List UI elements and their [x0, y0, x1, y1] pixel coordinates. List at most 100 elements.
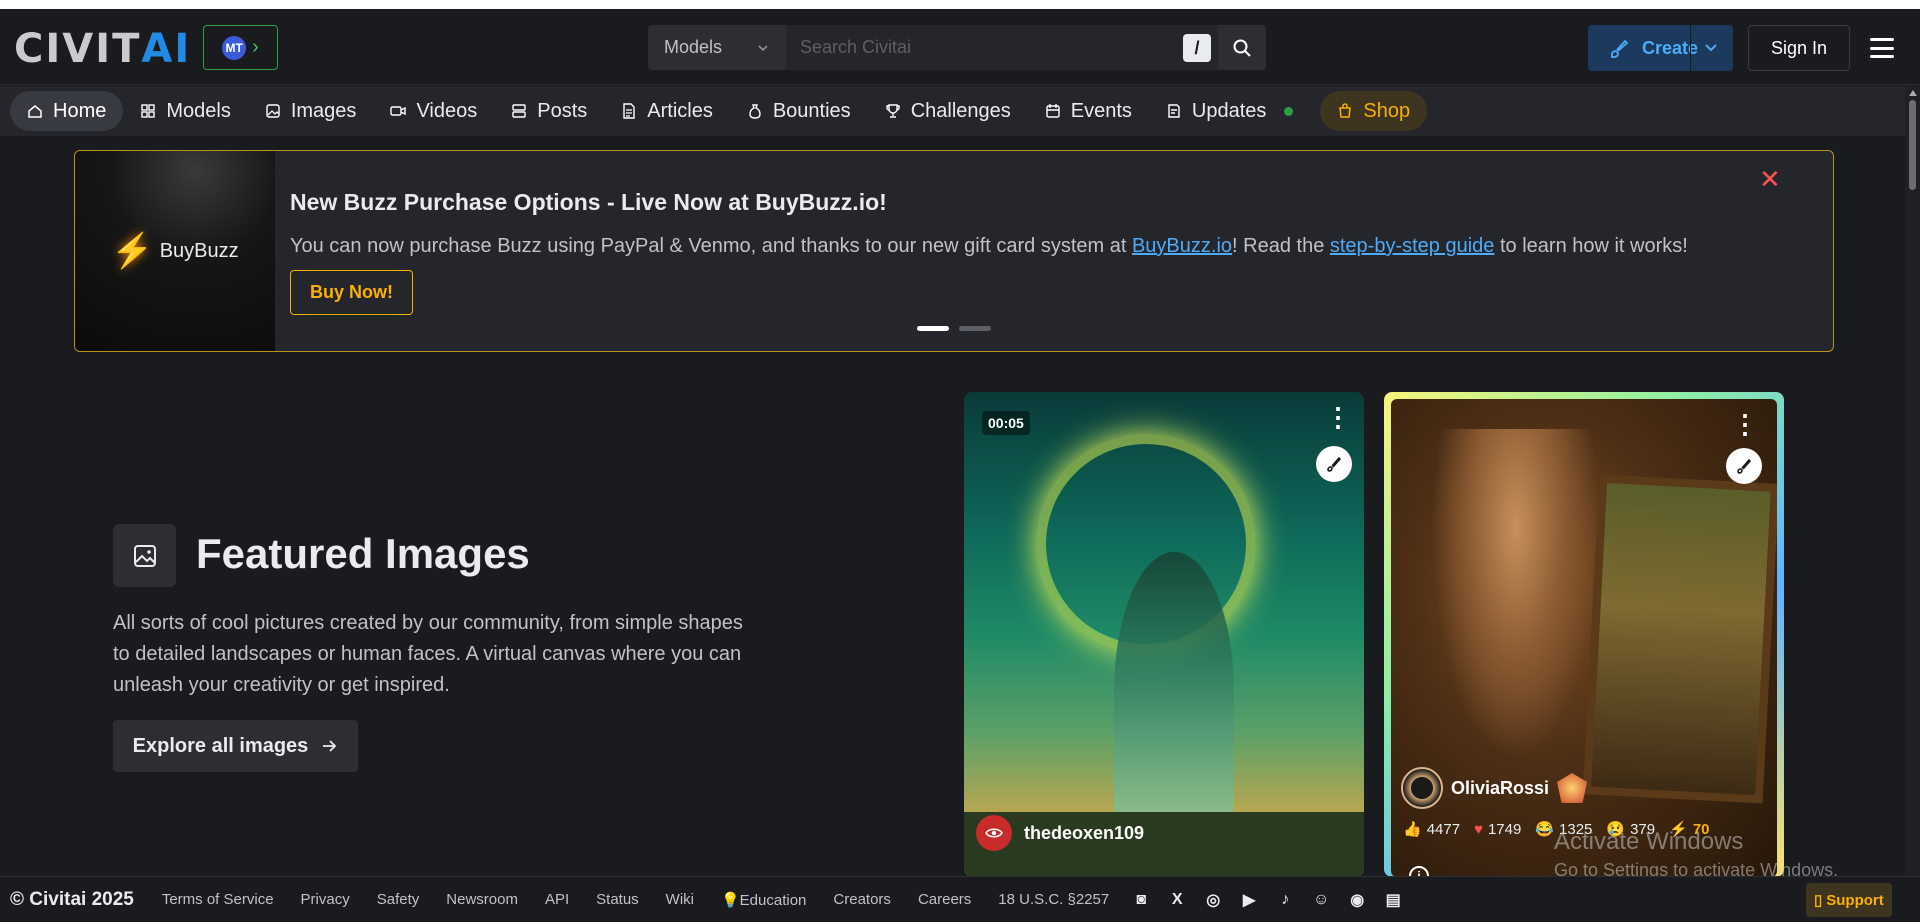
youtube-icon[interactable]: ▶ [1238, 889, 1260, 911]
nav-item-bounties[interactable]: Bounties [730, 91, 868, 131]
tiktok-icon[interactable]: ♪ [1274, 889, 1296, 911]
eye-icon [976, 815, 1012, 851]
nav-item-events[interactable]: Events [1028, 91, 1149, 131]
card-artwork: ⋮ OliviaRossi 👍 4477 ♥ 1749 😂 1325 😢 379 ⚡ 70… [1391, 399, 1777, 877]
site-footer: © Civitai 2025 Terms of Service Privacy … [0, 876, 1920, 922]
nav-item-home[interactable]: Home [10, 91, 124, 131]
footer-link-privacy[interactable]: Privacy [301, 891, 350, 908]
calendar-icon [1046, 104, 1060, 118]
x-twitter-icon[interactable]: X [1166, 889, 1188, 911]
moneybag-icon [749, 104, 761, 119]
laugh-icon: 😂 [1535, 821, 1555, 838]
nav-item-challenges[interactable]: Challenges [868, 91, 1028, 131]
card-author[interactable]: OliviaRossi [1401, 767, 1588, 809]
updates-indicator-dot [1284, 106, 1294, 116]
featured-images-description: All sorts of cool pictures created by ou… [113, 612, 743, 696]
buybuzz-logo-text: BuyBuzz [159, 239, 239, 262]
nav-item-articles[interactable]: Articles [604, 91, 730, 131]
home-icon [28, 105, 42, 118]
video-duration-badge: 00:05 [982, 411, 1030, 435]
trophy-icon [885, 104, 900, 118]
windows-activation-watermark: Activate Windows Go to Settings to activ… [1554, 828, 1838, 881]
site-header: CIVITAI MT › Models / Create Sign In [0, 9, 1920, 85]
banner-text-part: You can now purchase Buzz using PayPal &… [290, 235, 1132, 257]
copyright: © Civitai 2025 [10, 888, 134, 910]
footer-link-newsroom[interactable]: Newsroom [446, 891, 518, 908]
explore-label: Explore all images [132, 734, 309, 757]
nav-label: Events [1070, 99, 1132, 122]
more-options-icon[interactable]: ⋮ [1325, 404, 1351, 430]
nav-item-models[interactable]: Models [123, 91, 247, 131]
footer-link-careers[interactable]: Careers [918, 891, 971, 908]
page-scrollbar[interactable] [1905, 86, 1920, 876]
footer-link-terms[interactable]: Terms of Service [162, 891, 274, 908]
footer-link-education[interactable]: 💡Education [721, 891, 806, 909]
nav-item-posts[interactable]: Posts [494, 91, 604, 131]
support-label: Support [1826, 891, 1884, 909]
nav-label: Articles [647, 99, 713, 122]
search-input[interactable] [786, 25, 1218, 70]
scroll-up-arrow-icon[interactable] [1909, 90, 1917, 96]
posts-icon [512, 104, 526, 118]
announcement-banner: ⚡ BuyBuzz New Buzz Purchase Options - Li… [74, 150, 1834, 352]
sign-in-button[interactable]: Sign In [1748, 25, 1850, 71]
nav-label: Home [53, 99, 107, 122]
buy-now-button[interactable]: Buy Now! [290, 270, 413, 315]
civitai-logo[interactable]: CIVIT AI [14, 26, 191, 72]
carousel-dot[interactable] [917, 326, 949, 331]
shopping-bag-icon [1339, 103, 1352, 118]
watermark-line1: Activate Windows [1554, 828, 1744, 855]
logo-text-civit: CIVIT [14, 26, 142, 72]
footer-link-status[interactable]: Status [596, 891, 639, 908]
featured-images-title: Featured Images [196, 530, 530, 577]
footer-link-wiki[interactable]: Wiki [666, 891, 694, 908]
create-button[interactable]: Create [1588, 25, 1733, 71]
reddit-icon[interactable]: ☺ [1310, 889, 1332, 911]
create-separator [1690, 25, 1691, 71]
gem-badge-icon [1557, 773, 1588, 803]
nav-label: Shop [1363, 99, 1411, 122]
explore-all-images-button[interactable]: Explore all images [113, 720, 358, 772]
nav-item-shop[interactable]: Shop [1320, 91, 1428, 131]
like-count: 4477 [1426, 820, 1461, 838]
updates-icon [1168, 104, 1180, 118]
photo-icon [113, 524, 176, 587]
footer-link-2257[interactable]: 18 U.S.C. §2257 [998, 891, 1109, 908]
main-nav: Home Models Images Videos Posts Articles… [0, 86, 1905, 136]
chevron-down-icon[interactable] [1701, 37, 1721, 57]
heart-reaction[interactable]: ♥ 1749 [1474, 820, 1521, 838]
guide-link[interactable]: step-by-step guide [1330, 235, 1495, 257]
footer-link-api[interactable]: API [545, 891, 569, 908]
support-button[interactable]: ▯ Support [1806, 883, 1892, 917]
close-icon[interactable]: ✕ [1759, 166, 1781, 192]
chevron-right-icon: › [252, 36, 259, 58]
remix-brush-icon[interactable] [1726, 448, 1762, 484]
search-type-select[interactable]: Models [648, 25, 786, 70]
search-button[interactable] [1218, 25, 1266, 70]
buybuzz-link[interactable]: BuyBuzz.io [1132, 235, 1232, 257]
more-options-icon[interactable]: ⋮ [1732, 411, 1758, 437]
footer-link-safety[interactable]: Safety [377, 891, 420, 908]
nav-item-videos[interactable]: Videos [373, 91, 494, 131]
carousel-indicators [917, 326, 991, 331]
discord-icon[interactable]: ◙ [1130, 889, 1152, 911]
featured-image-card[interactable]: 00:05 ⋮ thedeoxen109 [964, 392, 1364, 877]
card-author[interactable]: thedeoxen109 [976, 815, 1144, 851]
hamburger-menu-icon[interactable] [1868, 34, 1896, 62]
instagram-icon[interactable]: ◎ [1202, 889, 1224, 911]
remix-brush-icon[interactable] [1316, 446, 1352, 482]
footer-link-creators[interactable]: Creators [833, 891, 891, 908]
carousel-dot[interactable] [959, 326, 991, 331]
github-icon[interactable]: ◉ [1346, 889, 1368, 911]
search-bar: Models / [648, 25, 1266, 70]
nav-item-updates[interactable]: Updates [1149, 91, 1311, 131]
logo-switcher-button[interactable]: MT › [203, 25, 278, 70]
nav-item-images[interactable]: Images [248, 91, 374, 131]
chat-icon[interactable]: ▤ [1382, 889, 1404, 911]
like-reaction[interactable]: 👍 4477 [1403, 820, 1461, 839]
logo-text-ai: AI [141, 26, 192, 72]
scrollbar-thumb[interactable] [1909, 100, 1916, 190]
featured-image-card[interactable]: ⋮ OliviaRossi 👍 4477 ♥ 1749 😂 1325 😢 379 ⚡ 70… [1384, 392, 1784, 877]
nav-label: Updates [1191, 99, 1267, 122]
lightning-bolt-icon: ⚡ [111, 232, 154, 270]
